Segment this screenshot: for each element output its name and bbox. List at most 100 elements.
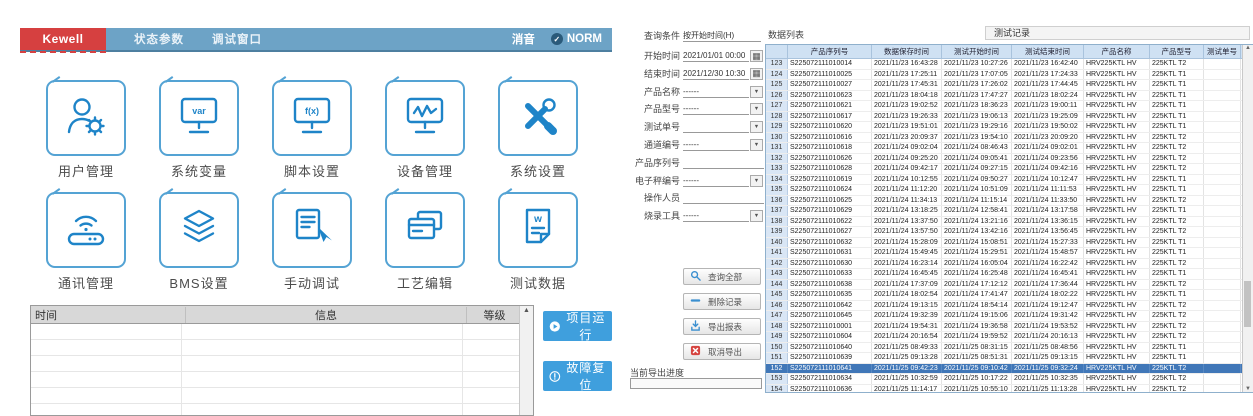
- dropdown-arrow-button[interactable]: ▼: [750, 175, 763, 187]
- table-cell: 2021/11/23 20:09:20: [1012, 133, 1084, 143]
- table-row[interactable]: 134S2250721110106192021/11/24 10:12:5520…: [766, 175, 1253, 186]
- table-row[interactable]: 151S2250721110106392021/11/25 09:13:2820…: [766, 353, 1253, 364]
- table-cell: 225KTL T1: [1150, 269, 1204, 279]
- table-row[interactable]: 147S2250721110106452021/11/24 19:32:3920…: [766, 311, 1253, 322]
- select-value[interactable]: [683, 121, 749, 133]
- log-row: [31, 340, 533, 356]
- table-row[interactable]: 126S2250721110106232021/11/23 18:04:1820…: [766, 91, 1253, 102]
- table-cell: 144: [766, 280, 788, 290]
- table-row[interactable]: 139S2250721110106272021/11/24 13:57:5020…: [766, 227, 1253, 238]
- tile-process-editor[interactable]: 工艺编辑: [385, 192, 465, 288]
- table-cell: 2021/11/25 08:51:31: [942, 353, 1012, 363]
- tile-user-management[interactable]: 用户管理: [46, 80, 126, 176]
- table-row[interactable]: 146S2250721110106422021/11/24 19:13:1520…: [766, 301, 1253, 312]
- table-row[interactable]: 150S2250721110106402021/11/25 08:49:3320…: [766, 343, 1253, 354]
- table-row[interactable]: 132S2250721110106262021/11/24 09:25:2020…: [766, 154, 1253, 165]
- delete-record-button[interactable]: 删除记录: [683, 293, 761, 310]
- table-row[interactable]: 135S2250721110106242021/11/24 11:12:2020…: [766, 185, 1253, 196]
- table-row[interactable]: 142S2250721110106302021/11/24 16:23:1420…: [766, 259, 1253, 270]
- table-cell: 2021/11/24 11:11:53: [1012, 185, 1084, 195]
- select-value[interactable]: ------: [683, 175, 749, 187]
- log-cell: [182, 324, 463, 339]
- select-value[interactable]: ------: [683, 86, 749, 98]
- tile-system-settings[interactable]: 系统设置: [498, 80, 578, 176]
- form-field-3: 产品名称------▼: [628, 86, 764, 98]
- table-row[interactable]: 133S2250721110106282021/11/24 09:42:1720…: [766, 164, 1253, 175]
- date-input[interactable]: 2021/01/01 00:00: [683, 50, 749, 62]
- tile-bms-settings[interactable]: BMS设置: [159, 192, 239, 288]
- dropdown-arrow-button[interactable]: ▼: [750, 103, 763, 115]
- table-cell: S225072111010621: [788, 101, 872, 111]
- table-row[interactable]: 141S2250721110106312021/11/24 15:49:4520…: [766, 248, 1253, 259]
- cancel-export-button[interactable]: 取消导出: [683, 343, 761, 360]
- tile-bms-settings-box: [159, 192, 239, 268]
- table-cell: 225KTL T1: [1150, 91, 1204, 101]
- dropdown-arrow-button[interactable]: ▼: [750, 86, 763, 98]
- table-row[interactable]: 128S2250721110106172021/11/23 19:26:3320…: [766, 112, 1253, 123]
- tile-manual-debug[interactable]: 手动调试: [272, 192, 352, 288]
- table-cell: [1204, 143, 1241, 153]
- tile-system-variables[interactable]: var系统变量: [159, 80, 239, 176]
- tab-test-record[interactable]: 测试记录: [985, 26, 1250, 40]
- table-cell: 225KTL T1: [1150, 185, 1204, 195]
- tile-script-settings[interactable]: f(x)脚本设置: [272, 80, 352, 176]
- search-icon: [690, 270, 701, 283]
- fault-reset-button[interactable]: 故障复位: [543, 361, 612, 391]
- table-row[interactable]: 152S2250721110106412021/11/25 09:42:2320…: [766, 364, 1253, 375]
- project-run-button[interactable]: 项目运行: [543, 311, 612, 341]
- table-row[interactable]: 130S2250721110106162021/11/23 20:09:3720…: [766, 133, 1253, 144]
- tile-test-data[interactable]: w测试数据: [498, 192, 578, 288]
- table-row[interactable]: 136S2250721110106252021/11/24 11:34:1320…: [766, 196, 1253, 207]
- table-row[interactable]: 140S2250721110106322021/11/24 15:28:0920…: [766, 238, 1253, 249]
- table-row[interactable]: 148S2250721110100012021/11/24 19:54:3120…: [766, 322, 1253, 333]
- log-cell: [182, 388, 463, 403]
- table-scrollbar[interactable]: ▲▼: [1242, 45, 1253, 392]
- nav-item-2[interactable]: 调试窗口: [212, 31, 262, 47]
- table-row[interactable]: 154S2250721110106362021/11/25 11:14:1720…: [766, 385, 1253, 394]
- table-row[interactable]: 125S2250721110100272021/11/23 17:45:3120…: [766, 80, 1253, 91]
- table-row[interactable]: 123S2250721110100142021/11/23 16:43:2820…: [766, 59, 1253, 70]
- form-field-6: 通道编号------▼: [628, 139, 764, 151]
- text-input[interactable]: [683, 192, 764, 204]
- log-row: [31, 388, 533, 404]
- log-scrollbar[interactable]: ▲: [519, 306, 533, 415]
- scroll-down-arrow[interactable]: ▼: [1243, 386, 1253, 392]
- table-row[interactable]: 129S2250721110106202021/11/23 19:51:0120…: [766, 122, 1253, 133]
- select-value[interactable]: ------: [683, 103, 749, 115]
- table-row[interactable]: 145S2250721110106352021/11/24 18:02:5420…: [766, 290, 1253, 301]
- table-row[interactable]: 144S2250721110106382021/11/24 17:37:0920…: [766, 280, 1253, 291]
- table-row[interactable]: 131S2250721110106182021/11/24 09:02:0420…: [766, 143, 1253, 154]
- table-cell: 2021/11/24 12:58:41: [942, 206, 1012, 216]
- table-row[interactable]: 137S2250721110106292021/11/24 13:18:2520…: [766, 206, 1253, 217]
- table-row[interactable]: 153S2250721110106342021/11/25 10:32:5920…: [766, 374, 1253, 385]
- table-cell: 140: [766, 238, 788, 248]
- tile-comm-management[interactable]: 通讯管理: [46, 192, 126, 288]
- query-all-button[interactable]: 查询全部: [683, 268, 761, 285]
- scrollbar-thumb[interactable]: [1244, 281, 1251, 327]
- table-row[interactable]: 127S2250721110106212021/11/23 19:02:5220…: [766, 101, 1253, 112]
- table-cell: HRV225KTL HV: [1084, 238, 1150, 248]
- table-cell: 2021/11/24 11:12:20: [872, 185, 942, 195]
- table-row[interactable]: 143S2250721110106332021/11/24 16:45:4520…: [766, 269, 1253, 280]
- date-input[interactable]: 2021/12/30 10:30: [683, 68, 749, 80]
- dropdown-arrow-button[interactable]: ▼: [750, 210, 763, 222]
- table-row[interactable]: 149S2250721110106042021/11/24 20:16:5420…: [766, 332, 1253, 343]
- export-report-button[interactable]: 导出报表: [683, 318, 761, 335]
- table-row[interactable]: 138S2250721110106222021/11/24 13:37:5020…: [766, 217, 1253, 228]
- calendar-icon-button[interactable]: ▦: [750, 50, 763, 62]
- table-cell: 148: [766, 322, 788, 332]
- calendar-icon-button[interactable]: ▦: [750, 68, 763, 80]
- select-value[interactable]: ------: [683, 139, 749, 151]
- table-cell: 2021/11/24 16:05:04: [942, 259, 1012, 269]
- dropdown-arrow-button[interactable]: ▼: [750, 139, 763, 151]
- text-input[interactable]: [683, 157, 764, 169]
- kewell-main-window: Kewell 状态参数调试窗口 消音 ✓ NORM 用户管理var系统变量f(x…: [20, 28, 612, 414]
- table-cell: [1204, 59, 1241, 69]
- tile-device-management[interactable]: 设备管理: [385, 80, 465, 176]
- select-value[interactable]: ------: [683, 210, 749, 222]
- filter-mode-value[interactable]: 按开始时间(H): [683, 30, 761, 42]
- nav-item-1[interactable]: 状态参数: [134, 31, 184, 47]
- mute-button[interactable]: 消音: [512, 31, 535, 47]
- table-row[interactable]: 124S2250721110100252021/11/23 17:25:1120…: [766, 70, 1253, 81]
- dropdown-arrow-button[interactable]: ▼: [750, 121, 763, 133]
